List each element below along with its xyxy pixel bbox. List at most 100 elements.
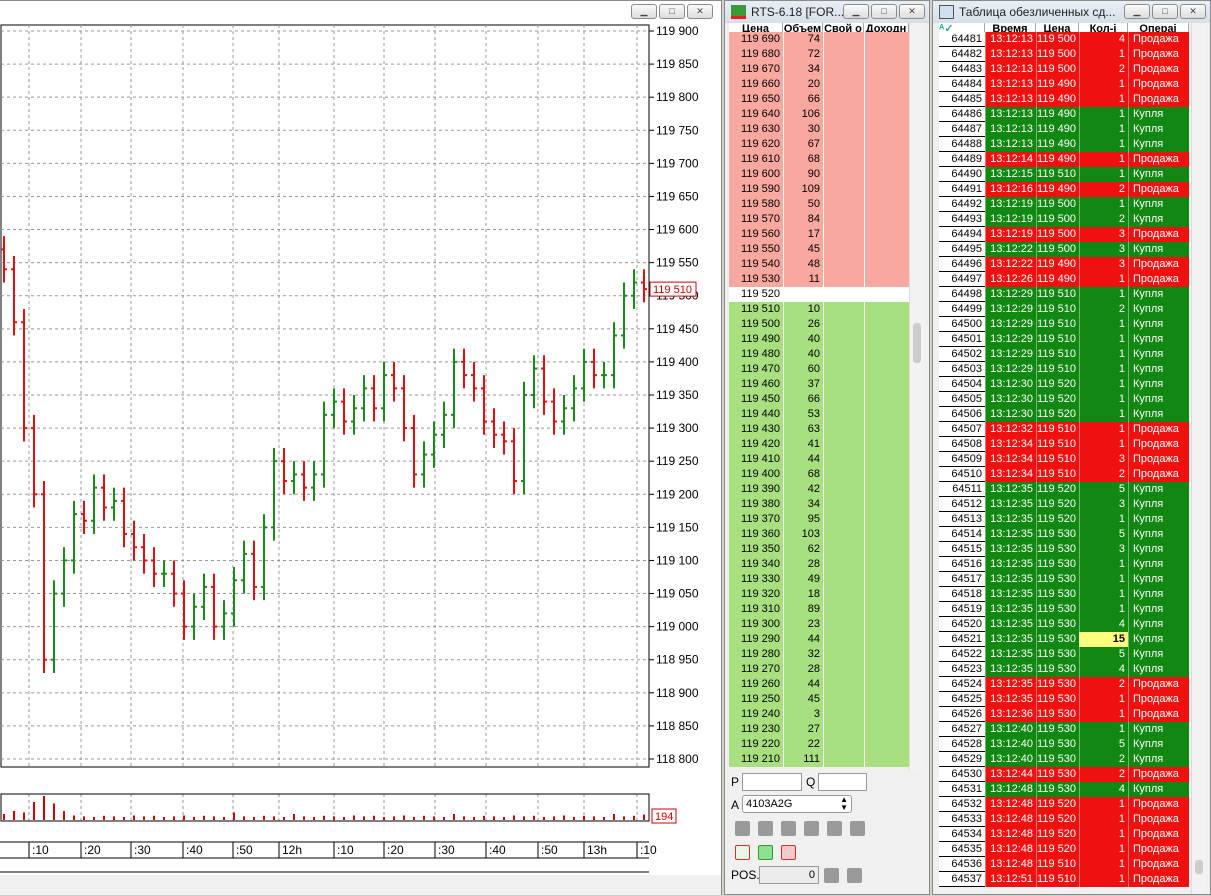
cancel-all-orders-icon[interactable] [735, 845, 750, 860]
cancel-sell-orders-icon[interactable] [781, 845, 796, 860]
orderbook-row-ask[interactable]: 119 640 106 [729, 107, 909, 122]
trade-row[interactable]: 64499 13:12:29 119 510 2 Купля [939, 302, 1189, 317]
trade-row[interactable]: 64516 13:12:35 119 530 1 Купля [939, 557, 1189, 572]
trade-row[interactable]: 64509 13:12:34 119 510 3 Продажа [939, 452, 1189, 467]
trade-row[interactable]: 64519 13:12:35 119 530 1 Купля [939, 602, 1189, 617]
scroll-thumb[interactable] [913, 323, 921, 363]
orderbook-row-ask[interactable]: 119 670 34 [729, 62, 909, 77]
minimize-button[interactable]: ▁ [1124, 4, 1150, 19]
orderbook-row-ask[interactable]: 119 570 84 [729, 212, 909, 227]
trade-row[interactable]: 64507 13:12:32 119 510 1 Продажа [939, 422, 1189, 437]
trade-row[interactable]: 64515 13:12:35 119 530 3 Купля [939, 542, 1189, 557]
trade-row[interactable]: 64518 13:12:35 119 530 1 Купля [939, 587, 1189, 602]
trades-scrollbar[interactable] [1191, 23, 1206, 894]
orderbook-row-bid[interactable]: 119 220 22 [729, 737, 909, 752]
quantity-input[interactable] [818, 773, 867, 791]
trade-row[interactable]: 64521 13:12:35 119 530 15 Купля [939, 632, 1189, 647]
trade-row[interactable]: 64512 13:12:35 119 520 3 Купля [939, 497, 1189, 512]
orderbook-row-bid[interactable]: 119 390 42 [729, 482, 909, 497]
trade-row[interactable]: 64491 13:12:16 119 490 2 Продажа [939, 182, 1189, 197]
stop-order-both-button[interactable] [804, 821, 819, 836]
orderbook-row-bid[interactable]: 119 480 40 [729, 347, 909, 362]
trade-row[interactable]: 64528 13:12:40 119 530 5 Купля [939, 737, 1189, 752]
toolbar-button-1[interactable] [735, 821, 750, 836]
orderbook-row-bid[interactable]: 119 250 45 [729, 692, 909, 707]
trade-row[interactable]: 64490 13:12:15 119 510 1 Купля [939, 167, 1189, 182]
price-chart[interactable]: :10:20:30:40:50 12h:10:20:30:40:50 13h:10 1… [0, 1, 723, 896]
orderbook-row-ask[interactable]: 119 560 17 [729, 227, 909, 242]
trade-row[interactable]: 64503 13:12:29 119 510 1 Купля [939, 362, 1189, 377]
trade-row[interactable]: 64506 13:12:30 119 520 1 Купля [939, 407, 1189, 422]
trade-row[interactable]: 64489 13:12:14 119 490 1 Продажа [939, 152, 1189, 167]
trade-row[interactable]: 64526 13:12:36 119 530 1 Продажа [939, 707, 1189, 722]
close-button[interactable]: ✕ [899, 4, 925, 19]
trade-row[interactable]: 64537 13:12:51 119 510 1 Продажа [939, 872, 1189, 887]
minimize-button[interactable]: ▁ [843, 4, 869, 19]
trade-row[interactable]: 64532 13:12:48 119 520 1 Продажа [939, 797, 1189, 812]
orderbook-row-bid[interactable]: 119 340 28 [729, 557, 909, 572]
trade-row[interactable]: 64482 13:12:13 119 500 1 Продажа [939, 47, 1189, 62]
orderbook-row-ask[interactable]: 119 690 74 [729, 32, 909, 47]
trade-row[interactable]: 64485 13:12:13 119 490 1 Продажа [939, 92, 1189, 107]
orderbook-row-bid[interactable]: 119 330 49 [729, 572, 909, 587]
trade-row[interactable]: 64535 13:12:48 119 520 1 Продажа [939, 842, 1189, 857]
trade-row[interactable]: 64534 13:12:48 119 520 1 Продажа [939, 827, 1189, 842]
toolbar-button-5[interactable] [827, 821, 842, 836]
close-button[interactable]: ✕ [1180, 4, 1206, 19]
orderbook-row-bid[interactable]: 119 310 89 [729, 602, 909, 617]
trade-row[interactable]: 64487 13:12:13 119 490 1 Купля [939, 122, 1189, 137]
trade-row[interactable]: 64527 13:12:40 119 530 1 Купля [939, 722, 1189, 737]
trade-row[interactable]: 64511 13:12:35 119 520 5 Купля [939, 482, 1189, 497]
orderbook-row-bid[interactable]: 119 430 63 [729, 422, 909, 437]
trade-row[interactable]: 64495 13:12:22 119 500 3 Купля [939, 242, 1189, 257]
trade-row[interactable]: 64525 13:12:35 119 530 1 Продажа [939, 692, 1189, 707]
maximize-button[interactable]: □ [871, 4, 897, 19]
price-input[interactable] [742, 773, 802, 791]
orderbook-row-bid[interactable]: 119 260 44 [729, 677, 909, 692]
trade-row[interactable]: 64529 13:12:40 119 530 2 Купля [939, 752, 1189, 767]
orderbook-row-ask[interactable]: 119 660 20 [729, 77, 909, 92]
trade-row[interactable]: 64524 13:12:35 119 530 2 Продажа [939, 677, 1189, 692]
toolbar-button-6[interactable] [850, 821, 865, 836]
trade-row[interactable]: 64536 13:12:48 119 510 1 Продажа [939, 857, 1189, 872]
trade-row[interactable]: 64481 13:12:13 119 500 4 Продажа [939, 32, 1189, 47]
trade-row[interactable]: 64505 13:12:30 119 520 1 Купля [939, 392, 1189, 407]
orderbook-row-ask[interactable]: 119 620 67 [729, 137, 909, 152]
orderbook-row-ask[interactable]: 119 630 30 [729, 122, 909, 137]
trade-row[interactable]: 64496 13:12:22 119 490 3 Продажа [939, 257, 1189, 272]
trade-row[interactable]: 64501 13:12:29 119 510 1 Купля [939, 332, 1189, 347]
trade-row[interactable]: 64533 13:12:48 119 520 1 Продажа [939, 812, 1189, 827]
pos-button-2[interactable] [847, 868, 862, 883]
orderbook-row-bid[interactable]: 119 300 23 [729, 617, 909, 632]
trade-row[interactable]: 64498 13:12:29 119 510 1 Купля [939, 287, 1189, 302]
cancel-buy-orders-icon[interactable] [758, 845, 773, 860]
trade-row[interactable]: 64502 13:12:29 119 510 1 Купля [939, 347, 1189, 362]
trade-row[interactable]: 64520 13:12:35 119 530 4 Купля [939, 617, 1189, 632]
trade-row[interactable]: 64531 13:12:48 119 530 4 Купля [939, 782, 1189, 797]
orderbook-row-bid[interactable]: 119 270 28 [729, 662, 909, 677]
orderbook-row-ask[interactable]: 119 580 50 [729, 197, 909, 212]
orderbook-row-bid[interactable]: 119 240 3 [729, 707, 909, 722]
orderbook-row-bid[interactable]: 119 510 10 [729, 302, 909, 317]
pos-button-1[interactable] [824, 868, 839, 883]
trade-row[interactable]: 64513 13:12:35 119 520 1 Купля [939, 512, 1189, 527]
orderbook-row-ask[interactable]: 119 610 68 [729, 152, 909, 167]
orderbook-row-bid[interactable]: 119 500 26 [729, 317, 909, 332]
orderbook-row-bid[interactable]: 119 280 32 [729, 647, 909, 662]
trade-row[interactable]: 64493 13:12:19 119 500 2 Купля [939, 212, 1189, 227]
orderbook-row-bid[interactable]: 119 380 34 [729, 497, 909, 512]
orderbook-row-ask[interactable]: 119 680 72 [729, 47, 909, 62]
orderbook-row-bid[interactable]: 119 320 18 [729, 587, 909, 602]
trade-row[interactable]: 64522 13:12:35 119 530 5 Купля [939, 647, 1189, 662]
trade-row[interactable]: 64488 13:12:13 119 490 1 Купля [939, 137, 1189, 152]
orderbook-row-ask[interactable]: 119 530 11 [729, 272, 909, 287]
orderbook-scrollbar[interactable] [909, 23, 924, 770]
orderbook-row-ask[interactable]: 119 550 45 [729, 242, 909, 257]
orderbook-row-bid[interactable]: 119 460 37 [729, 377, 909, 392]
trade-row[interactable]: 64523 13:12:35 119 530 4 Купля [939, 662, 1189, 677]
trade-row[interactable]: 64500 13:12:29 119 510 1 Купля [939, 317, 1189, 332]
trade-row[interactable]: 64494 13:12:19 119 500 3 Продажа [939, 227, 1189, 242]
stop-order-button[interactable] [781, 821, 796, 836]
orderbook-row-ask[interactable]: 119 540 48 [729, 257, 909, 272]
scroll-thumb[interactable] [1195, 860, 1203, 874]
